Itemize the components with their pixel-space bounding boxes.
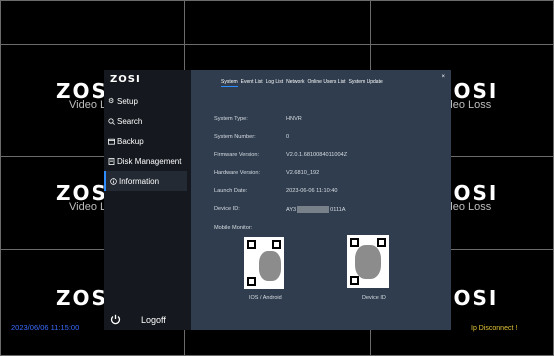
search-icon — [108, 117, 115, 125]
info-label: Firmware Version: — [214, 152, 260, 158]
sidebar-item-setup[interactable]: ⚙ Setup — [104, 91, 187, 111]
device-id-prefix: AY3 — [286, 206, 297, 213]
disk-icon — [108, 157, 115, 165]
sidebar-brand: ZOSI — [110, 74, 141, 85]
tab-online-users-list[interactable]: Online Users List — [308, 79, 346, 87]
info-value: HNVR — [286, 116, 302, 122]
info-label: System Number: — [214, 134, 256, 140]
info-value: V2.0.1.6810084011004Z — [286, 152, 348, 158]
sidebar-item-label: Setup — [117, 96, 138, 106]
qr-corner — [247, 277, 256, 286]
sidebar: ZOSI ⚙ Setup Search Backup Disk Manageme… — [104, 70, 191, 330]
qr-corner — [377, 238, 386, 247]
info-icon — [110, 177, 117, 185]
camera-tile-2[interactable] — [184, 0, 371, 45]
qr-corner — [247, 240, 256, 249]
qr-label-device-id: Device ID — [362, 295, 386, 301]
qr-code-app — [244, 237, 284, 289]
logoff-label: Logoff — [141, 314, 166, 325]
qr-redacted — [355, 245, 381, 279]
tab-log-list[interactable]: Log List — [266, 79, 284, 87]
power-icon — [110, 314, 121, 325]
info-label: Hardware Version: — [214, 170, 261, 176]
redacted-block — [297, 206, 330, 213]
connection-status: Ip Disconnect ! — [471, 325, 518, 332]
device-id-suffix: 0111A — [330, 206, 346, 213]
content-panel: System Event List Log List Network Onlin… — [191, 70, 451, 330]
qr-corner — [350, 276, 359, 285]
qr-label-app: IOS / Android — [249, 295, 282, 301]
info-value: 0 — [286, 134, 290, 140]
gear-icon: ⚙ — [108, 97, 115, 105]
backup-icon — [108, 138, 115, 145]
qr-redacted — [259, 251, 281, 281]
camera-tile-3[interactable] — [370, 0, 554, 45]
sidebar-item-search[interactable]: Search — [104, 111, 187, 131]
system-timestamp: 2023/06/06 11:15:00 — [11, 323, 80, 332]
info-label: Mobile Monitor: — [214, 225, 253, 231]
qr-corner — [272, 240, 281, 249]
info-value: 2023-06-06 11:10:40 — [286, 188, 338, 194]
information-dialog: ZOSI ⚙ Setup Search Backup Disk Manageme… — [104, 70, 451, 330]
info-label: Launch Date: — [214, 188, 248, 194]
qr-corner — [350, 238, 359, 247]
info-value: V2.6810_192 — [286, 170, 320, 176]
tab-network[interactable]: Network — [286, 79, 304, 87]
logoff-button[interactable]: Logoff — [110, 314, 166, 325]
sidebar-item-backup[interactable]: Backup — [104, 131, 187, 151]
info-label: System Type: — [214, 116, 248, 122]
tab-event-list[interactable]: Event List — [241, 79, 263, 87]
sidebar-item-information[interactable]: Information — [104, 171, 187, 191]
info-value: AY3 0111A — [286, 206, 346, 213]
info-label: Device ID: — [214, 206, 240, 212]
tab-system[interactable]: System — [221, 79, 238, 87]
sidebar-item-label: Search — [117, 116, 143, 126]
sidebar-item-label: Information — [119, 176, 160, 186]
tab-bar: System Event List Log List Network Onlin… — [221, 79, 383, 87]
tab-system-update[interactable]: System Update — [349, 79, 383, 87]
qr-code-device-id — [347, 235, 389, 288]
sidebar-item-label: Disk Management — [117, 156, 182, 166]
camera-tile-1[interactable] — [0, 0, 185, 45]
sidebar-item-disk-management[interactable]: Disk Management — [104, 151, 187, 171]
sidebar-item-label: Backup — [117, 136, 144, 146]
close-icon[interactable]: × — [441, 74, 445, 80]
